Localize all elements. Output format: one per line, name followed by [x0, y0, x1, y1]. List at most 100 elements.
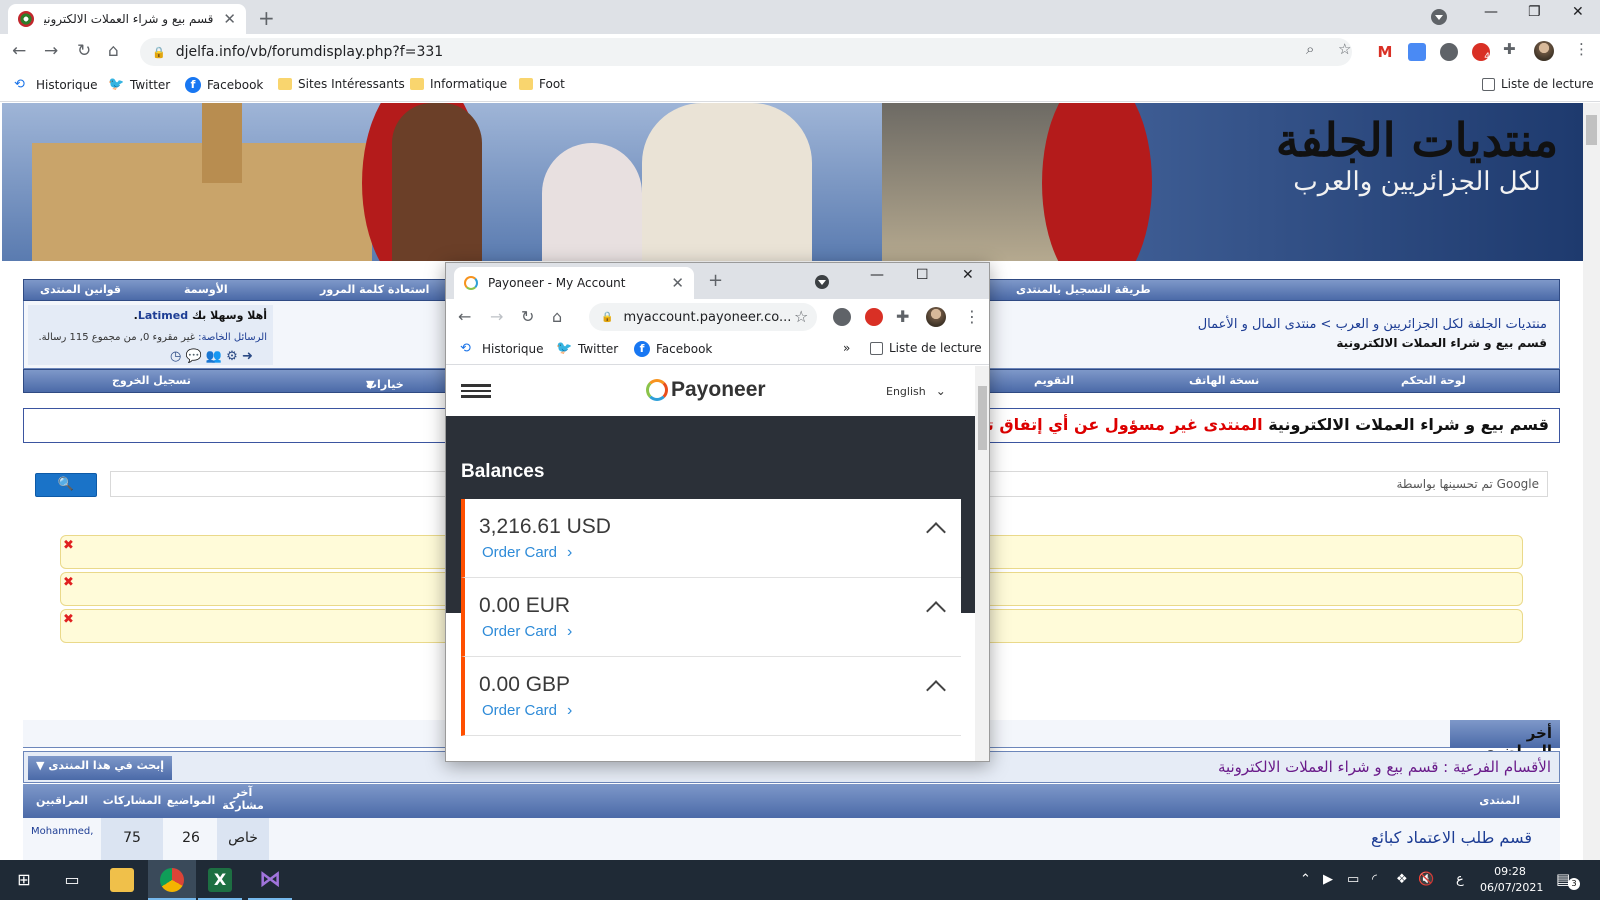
profile-avatar[interactable]	[1534, 41, 1554, 61]
subforum-link[interactable]: قسم طلب الاعتماد كبائع	[1371, 828, 1532, 847]
close-window-icon[interactable]: ✕	[1572, 4, 1584, 20]
order-card-link[interactable]: Order Card	[482, 702, 572, 720]
clock-icon[interactable]: ◷	[170, 349, 181, 364]
bookmark-informatique[interactable]: Informatique	[410, 77, 507, 91]
minimize-icon[interactable]: —	[870, 267, 884, 283]
bookmark-facebook[interactable]: f Facebook	[634, 341, 712, 357]
windows-start-icon[interactable]: ⊞	[12, 868, 36, 892]
new-tab-button[interactable]: +	[258, 6, 275, 30]
bookmark-historique[interactable]: ⟲ Historique	[460, 341, 544, 357]
gmail-extension-icon[interactable]: M	[1376, 43, 1394, 61]
more-bookmarks-button[interactable]: »	[843, 341, 850, 355]
nav-medals[interactable]: الأوسمة	[184, 283, 228, 296]
bookmark-facebook[interactable]: f Facebook	[185, 77, 263, 93]
nav-registration[interactable]: طريقة التسجيل بالمنتدى	[1016, 283, 1151, 296]
forward-icon[interactable]: →	[490, 307, 503, 326]
battery-icon[interactable]: ▭	[1347, 872, 1359, 887]
forward-icon[interactable]: →	[44, 41, 58, 61]
forum-logo[interactable]: منتديات الجلفة لكل الجزائريين والعرب	[1272, 113, 1562, 253]
logout-icon[interactable]: ➜	[242, 349, 253, 364]
compass-extension-icon[interactable]	[833, 308, 851, 326]
volume-icon[interactable]: 🔇	[1418, 872, 1434, 887]
bookmark-historique[interactable]: ⟲ Historique	[14, 77, 98, 93]
chrome-menu-icon[interactable]: ⋮	[964, 307, 980, 326]
add-friend-icon[interactable]: 👥	[206, 349, 222, 364]
bookmark-foot[interactable]: Foot	[519, 77, 565, 91]
lock-icon[interactable]: 🔒	[601, 312, 613, 323]
search-button[interactable]: 🔍	[35, 473, 97, 497]
popup-tab-active[interactable]: Payoneer - My Account ✕	[454, 267, 694, 299]
bookmark-twitter[interactable]: 🐦 Twitter	[108, 77, 170, 93]
settings-icon[interactable]: ⚙	[226, 349, 238, 364]
file-explorer-icon[interactable]	[110, 868, 134, 892]
input-language-indicator[interactable]: ع	[1456, 872, 1464, 887]
reading-list-button[interactable]: Liste de lecture	[1482, 77, 1594, 91]
popup-address-bar[interactable]: 🔒 myaccount.payoneer.co...	[589, 303, 817, 331]
back-icon[interactable]: ←	[458, 307, 471, 326]
reload-icon[interactable]: ↻	[521, 307, 534, 326]
compass-extension-icon[interactable]	[1440, 43, 1458, 61]
latest-topics-header[interactable]: أخر المواضيع	[1450, 720, 1560, 760]
close-tab-icon[interactable]: ✕	[223, 10, 236, 28]
extensions-puzzle-icon[interactable]: ✚	[896, 307, 909, 326]
bookmark-sites-interessants[interactable]: Sites Intéressants	[278, 77, 405, 91]
nav-rules[interactable]: قوانين المنتدى	[40, 283, 121, 296]
extensions-puzzle-icon[interactable]: ✚	[1503, 40, 1516, 58]
nav-control-panel[interactable]: لوحة التحكم	[1401, 374, 1466, 387]
breadcrumb[interactable]: منتديات الجلفة لكل الجزائريين و العرب > …	[1198, 317, 1547, 332]
excel-icon[interactable]: X	[208, 868, 232, 892]
restore-icon[interactable]: ❐	[1528, 4, 1541, 20]
chevron-up-icon[interactable]	[926, 601, 946, 621]
play-icon[interactable]: ▶	[1323, 872, 1333, 887]
browser-tab-active[interactable]: قسم بيع و شراء العملات الالكترونية ✕	[8, 4, 246, 34]
tab-search-icon[interactable]	[815, 275, 829, 289]
private-messages-link[interactable]: الرسائل الخاصة:	[198, 332, 267, 343]
home-icon[interactable]: ⌂	[552, 307, 562, 326]
profile-avatar[interactable]	[926, 307, 946, 327]
translate-extension-icon[interactable]	[1408, 43, 1426, 61]
nav-mobile-version[interactable]: نسخة الهاتف	[1189, 374, 1259, 387]
home-icon[interactable]: ⌂	[108, 41, 119, 61]
chevron-up-icon[interactable]	[926, 522, 946, 542]
balance-card-gbp[interactable]: 0.00 GBP Order Card	[461, 657, 961, 736]
moderator-link[interactable]: Mohammed,	[31, 826, 93, 837]
order-card-link[interactable]: Order Card	[482, 623, 572, 641]
bookmark-twitter[interactable]: 🐦 Twitter	[556, 341, 618, 357]
page-scrollbar[interactable]	[1583, 103, 1600, 860]
address-bar[interactable]: 🔒 djelfa.info/vb/forumdisplay.php?f=331	[140, 38, 1352, 66]
close-tab-icon[interactable]: ✕	[671, 274, 684, 292]
chevron-up-icon[interactable]	[926, 680, 946, 700]
language-selector[interactable]: English	[886, 384, 946, 398]
close-window-icon[interactable]: ✕	[962, 267, 974, 283]
task-view-icon[interactable]: ▭	[60, 868, 84, 892]
bookmark-star-icon[interactable]: ☆	[1338, 40, 1351, 58]
balance-card-usd[interactable]: 3,216.61 USD Order Card	[461, 499, 961, 578]
adblock-extension-icon[interactable]: 4	[1472, 43, 1490, 62]
visual-studio-icon[interactable]: ⋈	[258, 868, 282, 892]
system-clock[interactable]: 09:28 06/07/2021	[1480, 864, 1543, 896]
lock-icon[interactable]: 🔒	[152, 46, 166, 59]
adblock-extension-icon[interactable]	[865, 308, 883, 326]
chrome-menu-icon[interactable]: ⋮	[1574, 40, 1589, 58]
popup-scrollbar[interactable]	[975, 366, 989, 761]
minimize-icon[interactable]: —	[1484, 4, 1498, 20]
zoom-icon[interactable]: ⌕	[1306, 40, 1314, 58]
maximize-icon[interactable]: ☐	[916, 267, 929, 283]
hamburger-menu-icon[interactable]	[461, 384, 491, 398]
show-hidden-icons[interactable]: ⌃	[1300, 872, 1311, 887]
username-link[interactable]: Latimed	[138, 309, 188, 322]
payoneer-logo[interactable]: Payoneer	[646, 378, 766, 402]
new-tab-button[interactable]: +	[708, 270, 723, 291]
nav-password-recovery[interactable]: استعادة كلمة المرور	[320, 283, 429, 296]
wifi-icon[interactable]: ◜	[1372, 872, 1377, 887]
balance-card-eur[interactable]: 0.00 EUR Order Card	[461, 578, 961, 657]
reading-list-button[interactable]: Liste de lecture	[870, 341, 982, 355]
tab-search-icon[interactable]	[1431, 9, 1447, 25]
chrome-taskbar-icon[interactable]	[160, 868, 184, 892]
order-card-link[interactable]: Order Card	[482, 544, 572, 562]
chat-icon[interactable]: 💬	[185, 349, 201, 364]
dropbox-icon[interactable]: ❖	[1396, 872, 1408, 887]
notification-center-icon[interactable]: ▤ 3	[1556, 870, 1580, 890]
search-forum-button[interactable]: إبحث في هذا المنتدى ▼	[28, 756, 173, 780]
reload-icon[interactable]: ↻	[77, 41, 91, 61]
